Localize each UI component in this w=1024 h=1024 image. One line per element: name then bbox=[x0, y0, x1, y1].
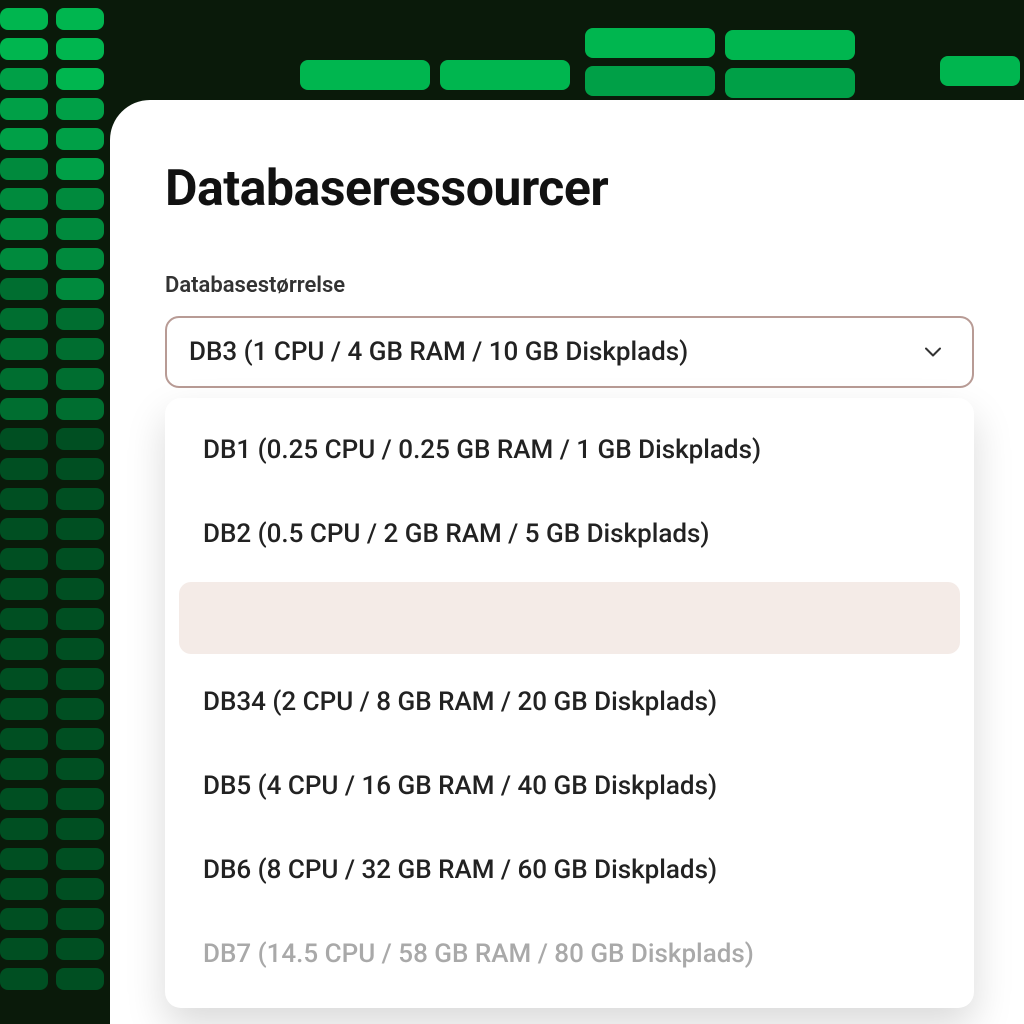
database-size-option[interactable]: DB34 (2 CPU / 8 GB RAM / 20 GB Diskplads… bbox=[179, 666, 960, 738]
option-label: DB6 (8 CPU / 32 GB RAM / 60 GB Diskplads… bbox=[203, 855, 717, 885]
database-size-select: DB3 (1 CPU / 4 GB RAM / 10 GB Diskplads)… bbox=[165, 316, 974, 388]
database-size-select-trigger[interactable]: DB3 (1 CPU / 4 GB RAM / 10 GB Diskplads) bbox=[165, 316, 974, 388]
page-title: Databaseressourcer bbox=[165, 160, 974, 218]
database-resources-card: Databaseressourcer Databasestørrelse DB3… bbox=[110, 100, 1024, 1024]
database-size-option: DB7 (14.5 CPU / 58 GB RAM / 80 GB Diskpl… bbox=[179, 918, 960, 990]
database-size-option[interactable]: DB5 (4 CPU / 16 GB RAM / 40 GB Diskplads… bbox=[179, 750, 960, 822]
database-size-label: Databasestørrelse bbox=[165, 273, 974, 298]
option-label: DB5 (4 CPU / 16 GB RAM / 40 GB Diskplads… bbox=[203, 771, 717, 801]
database-size-selected-value: DB3 (1 CPU / 4 GB RAM / 10 GB Diskplads) bbox=[189, 337, 688, 367]
database-size-option[interactable]: DB6 (8 CPU / 32 GB RAM / 60 GB Diskplads… bbox=[179, 834, 960, 906]
chevron-down-icon bbox=[924, 343, 942, 361]
database-size-option[interactable]: DB2 (0.5 CPU / 2 GB RAM / 5 GB Diskplads… bbox=[179, 498, 960, 570]
option-label: DB34 (2 CPU / 8 GB RAM / 20 GB Diskplads… bbox=[203, 687, 717, 717]
database-size-option[interactable] bbox=[179, 582, 960, 654]
option-label: DB2 (0.5 CPU / 2 GB RAM / 5 GB Diskplads… bbox=[203, 519, 710, 549]
option-label: DB1 (0.25 CPU / 0.25 GB RAM / 1 GB Diskp… bbox=[203, 435, 761, 465]
database-size-option[interactable]: DB1 (0.25 CPU / 0.25 GB RAM / 1 GB Diskp… bbox=[179, 414, 960, 486]
option-label: DB7 (14.5 CPU / 58 GB RAM / 80 GB Diskpl… bbox=[203, 939, 754, 969]
database-size-dropdown: DB1 (0.25 CPU / 0.25 GB RAM / 1 GB Diskp… bbox=[165, 398, 974, 1008]
